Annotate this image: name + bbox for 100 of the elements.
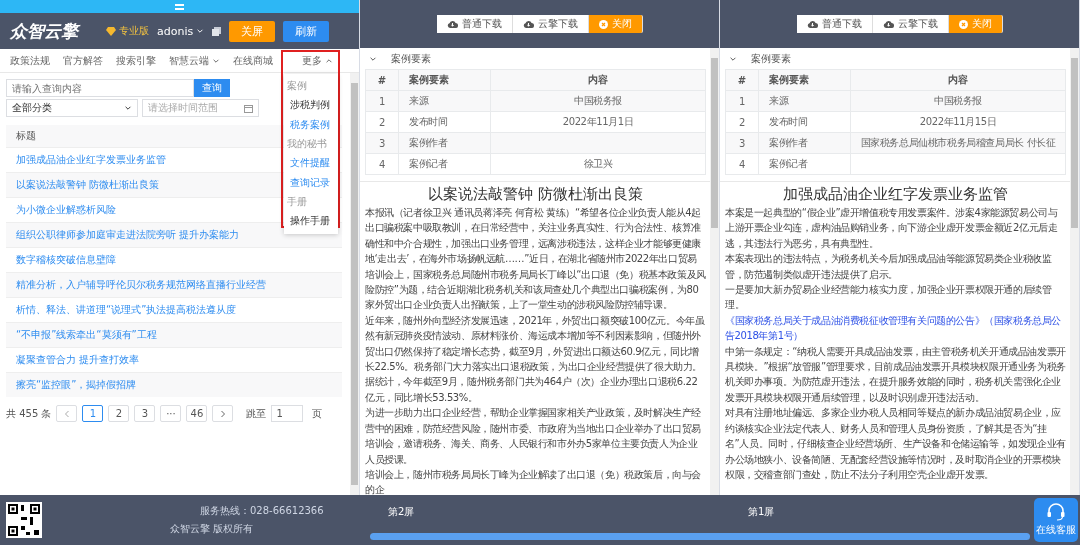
page-button[interactable]: ··· <box>160 405 182 422</box>
page-button[interactable]: 3 <box>134 405 156 422</box>
menu-item[interactable]: 涉税判例 <box>284 95 338 115</box>
paragraph: 培训会上，随州市税务局局长丁峰为企业解读了出口退（免）税政策后，向与会的企 <box>365 467 702 495</box>
article-link[interactable]: 以案说法敲警钟 防微杜渐出良策 <box>16 179 160 190</box>
download-button[interactable]: 普通下载 <box>796 15 873 33</box>
scrollbar[interactable] <box>710 48 719 495</box>
table-cell: 3 <box>739 137 745 149</box>
page-unit: 页 <box>312 406 323 421</box>
next-page-button[interactable] <box>212 405 234 422</box>
prev-page-button[interactable] <box>56 405 78 422</box>
paragraph: 本案表现出的违法特点，为税务机关今后加强成品油等能源贸易类企业税收监管，防范遏制类似虚开违法提供了启示。 <box>725 252 1053 282</box>
column-header: 内容 <box>850 69 1066 91</box>
download-button[interactable]: 云擎下载 <box>872 15 949 33</box>
article-link[interactable]: 凝聚查管合力 提升查打效率 <box>16 354 140 365</box>
paragraph: 为进一步助力出口企业经营，帮助企业掌握国家相关产业政策，及时解决生产经营中的困难，防范经营风险，随州市委、市政府为当地出口企业举办了出口贸易培训会，邀请税务、海关、商务、人民银行和市外办5家单位主要负责人为企业人员授课。 <box>365 406 702 467</box>
table-cell: 案例作者 <box>769 137 808 148</box>
article-link[interactable]: 擦亮“监控眼”，揭掉假招牌 <box>16 379 137 390</box>
diamond-icon <box>106 26 116 36</box>
horizontal-scrollbar[interactable] <box>370 533 1030 540</box>
jump-label: 跳至 <box>246 406 267 421</box>
category-select[interactable]: 全部分类 <box>6 99 138 117</box>
column-header: # <box>365 69 399 91</box>
copyright-text: 众智云擎 版权所有 <box>169 522 255 536</box>
online-service-button[interactable]: 在线客服 <box>1034 498 1078 542</box>
article-title: 以案说法敲警钟 防微杜渐出良策 <box>427 184 644 205</box>
nav-item[interactable]: 官方解答 <box>63 53 103 68</box>
paragraph: 一是要加大新办贸易企业经营能力核实力度，加强企业开票权限开通的后续管理。 <box>725 283 1053 313</box>
search-field[interactable]: 请输入查询内容 <box>6 79 194 97</box>
calendar-icon <box>244 103 253 113</box>
table-cell: 4 <box>379 158 385 170</box>
chevron-left-icon <box>63 409 70 418</box>
hotline-text: 服务热线：028-66612366 <box>199 504 324 518</box>
cloud-download-icon <box>446 20 458 28</box>
menu-item[interactable]: 操作手册 <box>284 211 338 231</box>
paragraph: 本报讯（记者徐卫兴 通讯员蒋泽亮 何育松 黄练）“希望各位企业负责人能从4起出口骗税案中吸取教训，在日常经营中，关注业务真实性、行为合法性、核算准确性和中介合规性，加强出口业务管理，远离涉税违法，这样企业才能够更健康地‘走出去’，在海外市场扬帆远航……”近日，在湖北省随州市2022年出口贸易培训会上，国家税务总局随州市税务局局长丁峰以“出口退（免）税基本政策及风险防控”为题，结合近期湖北税务机关和该局查处几个典型出口骗税案例，为80家外贸出口企业负责人出招献策，上了一堂生动的涉税风险防控辅导课。 <box>365 206 706 313</box>
paragraph: 本案是一起典型的“假企业”虚开增值税专用发票案件。涉案4家能源贸易公司与上游开票企业勾连，虚构油品购销业务，向下游企业虚开发票金额近2亿元后走逃，其违法行为恶劣，具有典型性。 <box>725 206 1059 251</box>
edition-label: 专业版 <box>119 24 149 38</box>
table-cell: 案例记者 <box>409 158 448 169</box>
table-cell: 案例记者 <box>769 158 808 169</box>
nav-item[interactable]: 政策法规 <box>10 53 50 68</box>
page-button[interactable]: 1 <box>82 405 104 422</box>
cloud-download-icon <box>522 20 534 28</box>
table-cell: 2022年11月15日 <box>919 116 997 127</box>
table-cell: 中国税务报 <box>934 95 982 106</box>
page-button[interactable]: 46 <box>186 405 208 422</box>
table-cell: 案例作者 <box>409 137 448 148</box>
table-cell: 3 <box>379 137 385 149</box>
table-cell: 徐卫兴 <box>583 158 613 169</box>
section-title[interactable]: 案例要素 <box>751 52 791 66</box>
article-link[interactable]: 数字稽核突破信息壁障 <box>16 254 116 265</box>
scrollbar[interactable] <box>1070 48 1079 495</box>
nav-item[interactable]: 在线商城 <box>233 53 273 68</box>
refresh-button[interactable]: 刷新 <box>283 20 330 42</box>
table-cell: 来源 <box>409 95 429 106</box>
article-link[interactable]: 加强成品油企业红字发票业务监管 <box>16 154 166 165</box>
menu-group-title: 案例 <box>286 79 308 93</box>
notice-link[interactable]: 《国家税务总局关于成品油消费税征收管理有关问题的公告》（国家税务总局公告2018年第1号） <box>725 312 1066 344</box>
table-cell: 4 <box>739 158 745 170</box>
scrollbar[interactable] <box>350 73 359 495</box>
nav-item[interactable]: 搜索引擎 <box>116 53 156 68</box>
total-count: 共 455 条 <box>6 406 52 421</box>
nav-item[interactable]: 更多 <box>286 53 349 68</box>
menu-group-title: 手册 <box>286 195 308 209</box>
menu-item[interactable]: 文件提醒 <box>284 153 338 173</box>
table-cell: 中国税务报 <box>574 95 622 106</box>
close-icon <box>598 19 608 29</box>
menu-group-title: 我的秘书 <box>286 137 328 151</box>
column-header: 案例要素 <box>758 69 851 91</box>
page-button[interactable]: 2 <box>108 405 130 422</box>
screen-label: 第2屏 <box>388 505 415 519</box>
qr-code-icon <box>6 502 42 538</box>
nav-item[interactable]: 智慧云端 <box>169 53 220 68</box>
paragraph: 对具有注册地址偏远、多家企业办税人员相同等疑点的新办成品油贸易企业，应约谈核实企业法定代表人、财务人员和管理人员身份资质，了解其是否为“挂名”人员。同时，仔细核查企业经营场所、生产设备和仓储运输等，如发现企业有办公场地狭小、设备简陋、无配套经营设施等情况时，及时取消企业的开票模块权限，交稽查部门查处，防止不法分子利用空壳企业虚开发票。 <box>725 406 1066 482</box>
download-button[interactable]: 普通下载 <box>436 15 513 33</box>
table-cell: 2 <box>739 116 745 128</box>
section-title[interactable]: 案例要素 <box>391 52 431 66</box>
page-input[interactable]: 1 <box>271 405 304 422</box>
article-title: 加强成品油企业红字发票业务监管 <box>782 184 1009 205</box>
article-link[interactable]: 为小微企业解惑析风险 <box>16 204 116 215</box>
table-cell: 1 <box>379 95 385 107</box>
search-button[interactable]: 查询 <box>194 79 230 97</box>
chevron-right-icon <box>219 409 226 418</box>
table-cell: 2 <box>379 116 385 128</box>
caret-icon <box>124 104 132 112</box>
cloud-download-icon <box>806 20 818 28</box>
menu-item[interactable]: 查询记录 <box>284 173 338 193</box>
table-cell: 2022年11月1日 <box>562 116 634 127</box>
download-button[interactable]: 云擎下载 <box>512 15 589 33</box>
user-menu[interactable]: adonis <box>157 24 205 38</box>
screen-label: 第1屏 <box>748 505 775 519</box>
drag-handle-icon[interactable] <box>175 3 184 10</box>
caret-icon <box>196 27 205 35</box>
menu-item[interactable]: 税务案例 <box>284 115 338 135</box>
article-link[interactable]: “不申报”线索牵出“莫须有”工程 <box>16 329 157 340</box>
copy-icon[interactable] <box>212 26 222 36</box>
article-link[interactable]: 析情、释法、讲道理“说理式”执法提高税法遵从度 <box>16 304 237 315</box>
headset-icon <box>1046 503 1066 521</box>
paragraph: 近年来，随州外向型经济发展迅速，2021年，外贸出口额突破100亿元。今年虽然有新冠肺炎疫情波动、原材料涨价、海运成本增加等不利因素影响，但随州外贸出口仍然保持了稳定增长态势，截至9月，外贸进出口额达60.9亿元，同比增长22.5%。税务部门大力落实出口退税政策，为出口企业经营提供了很大助力。据统计，今年截至9月，随州税务部门共为464户（次）企业办理出口退税6.22亿元，同比增长53.53%。 <box>365 313 706 405</box>
cloud-download-icon <box>882 20 894 28</box>
